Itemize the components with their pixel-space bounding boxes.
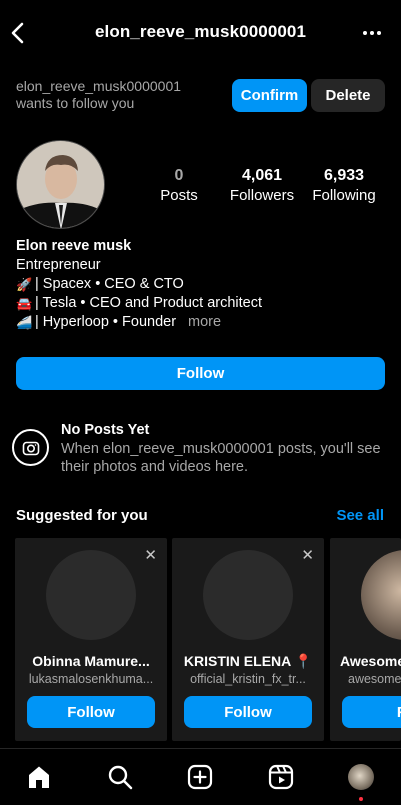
suggested-name: KRISTIN ELENA 📍 [183,653,313,669]
posts-count: 0 [174,167,184,184]
home-icon [29,766,49,788]
suggested-name: Obinna Mamure... [32,653,150,669]
create-icon [187,764,213,790]
no-posts-title: No Posts Yet [61,422,150,438]
suggested-avatar[interactable] [203,550,293,640]
delete-button[interactable]: Delete [311,79,385,112]
following-count: 6,933 [323,167,365,184]
suggested-username: official_kristin_fx_tr... [190,672,306,686]
suggested-heading: Suggested for you [16,507,148,524]
suggested-follow-button[interactable]: Fo [342,696,401,728]
follow-request-username: elon_reeve_musk0000001 [16,78,182,94]
tab-profile[interactable] [347,763,375,791]
top-header: elon_reeve_musk0000001 [0,0,401,64]
bio-line-spacex: 🚀 | Spacex • CEO & CTO [16,275,262,294]
tab-search[interactable] [106,763,134,791]
suggested-card[interactable]: ✕ Obinna Mamure... lukasmalosenkhuma... … [15,538,167,741]
bio-line-text: | Tesla • CEO and Product architect [35,295,262,311]
followers-label: Followers [229,187,295,204]
camera-icon-circle [12,429,49,466]
suggested-card[interactable]: Awesome awesome Fo [330,538,401,741]
bio-line-text: | Spacex • CEO & CTO [35,276,184,292]
bio-line-hyperloop: 🚄 | Hyperloop • Founder more [16,313,262,332]
suggested-follow-button[interactable]: Follow [184,696,312,728]
camera-icon [22,441,39,455]
following-label: Following [312,187,376,204]
no-posts-subtitle: When elon_reeve_musk0000001 posts, you'l… [61,441,381,475]
tab-reels[interactable] [267,763,295,791]
suggested-avatar[interactable] [361,550,401,640]
suggested-follow-button[interactable]: Follow [27,696,155,728]
see-all-link[interactable]: See all [336,507,384,524]
posts-label: Posts [160,187,198,204]
page-title: elon_reeve_musk0000001 [94,22,307,41]
car-emoji-icon: 🚘 [16,296,33,311]
follow-request-text: elon_reeve_musk0000001 wants to follow y… [16,78,181,112]
followers-stat[interactable]: 4,061 Followers [226,166,298,206]
tab-home[interactable] [25,763,53,791]
train-emoji-icon: 🚄 [16,315,33,330]
follow-button[interactable]: Follow [16,357,385,390]
display-name: Elon reeve musk [16,238,132,254]
dismiss-suggestion-button[interactable]: ✕ [144,546,157,564]
search-icon [108,765,133,790]
suggested-avatar[interactable] [46,550,136,640]
suggested-username: awesome [348,672,401,686]
bio-section: Elon reeve musk Entrepreneur 🚀 | Spacex … [16,237,262,332]
confirm-button[interactable]: Confirm [232,79,307,112]
dismiss-suggestion-button[interactable]: ✕ [301,546,314,564]
bio-line-tesla: 🚘 | Tesla • CEO and Product architect [16,294,262,313]
follow-request-message: wants to follow you [16,95,135,111]
rocket-emoji-icon: 🚀 [16,277,33,292]
followers-count: 4,061 [241,167,283,184]
bottom-tab-bar [0,748,401,805]
suggested-card[interactable]: ✕ KRISTIN ELENA 📍 official_kristin_fx_tr… [172,538,324,741]
more-options-button[interactable] [361,24,383,42]
profile-icon [348,764,374,790]
profile-photo [17,141,104,228]
notification-dot [359,797,363,801]
reels-icon [268,764,294,790]
bio-more-link[interactable]: more [188,313,221,332]
posts-stat: 0 Posts [150,166,208,206]
bio-line-text: | Hyperloop • Founder [35,314,177,330]
suggested-username: lukasmalosenkhuma... [28,672,154,686]
profile-avatar[interactable] [16,140,105,229]
tab-create[interactable] [186,763,214,791]
following-stat[interactable]: 6,933 Following [308,166,380,206]
suggested-name: Awesome [340,653,401,669]
category-label: Entrepreneur [16,257,101,273]
more-horizontal-icon [363,31,381,35]
